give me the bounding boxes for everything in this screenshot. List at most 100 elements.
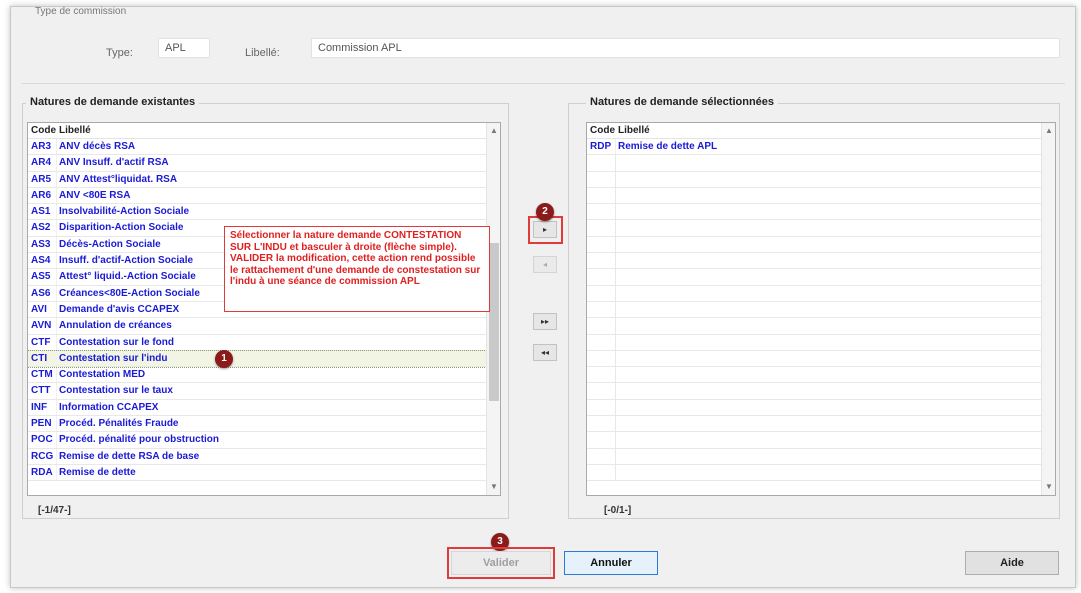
list-item[interactable]: CTT Contestation sur le taux bbox=[28, 383, 500, 400]
empty-row bbox=[587, 253, 1055, 270]
move-left-button[interactable]: ◂ bbox=[533, 256, 557, 273]
instruction-callout: Sélectionner la nature demande CONTESTAT… bbox=[224, 226, 490, 312]
list-item-libelle: Remise de dette bbox=[59, 466, 136, 478]
header-divider bbox=[22, 83, 1065, 84]
right-scroll-down-icon[interactable]: ▼ bbox=[1042, 481, 1055, 493]
list-item-libelle: ANV décès RSA bbox=[59, 141, 136, 152]
scroll-up-icon[interactable]: ▲ bbox=[487, 125, 500, 137]
right-scrollbar[interactable]: ▲ ▼ bbox=[1041, 123, 1055, 495]
list-item-code: AS4 bbox=[28, 253, 57, 269]
empty-cell bbox=[587, 301, 616, 318]
empty-row bbox=[587, 416, 1055, 433]
list-item[interactable]: AR4 ANV Insuff. d'actif RSA bbox=[28, 155, 500, 172]
empty-cell bbox=[587, 171, 616, 187]
list-item-libelle: Contestation sur le taux bbox=[59, 385, 173, 397]
empty-cell bbox=[587, 464, 616, 481]
right-scroll-up-icon[interactable]: ▲ bbox=[1042, 125, 1055, 137]
libelle-field[interactable]: Commission APL bbox=[311, 38, 1060, 58]
libelle-label: Libellé: bbox=[245, 47, 280, 59]
empty-cell bbox=[587, 285, 616, 301]
empty-row bbox=[587, 448, 1055, 465]
list-item-libelle: ANV Insuff. d'actif RSA bbox=[59, 157, 169, 169]
list-item-libelle: Contestation MED bbox=[59, 369, 146, 381]
empty-row bbox=[587, 236, 1055, 254]
empty-cell bbox=[587, 448, 616, 464]
list-item-code: CTM bbox=[28, 367, 57, 383]
list-item-code: INF bbox=[28, 399, 57, 416]
right-col-code: Code bbox=[590, 125, 615, 136]
list-item-code: AR3 bbox=[28, 139, 57, 155]
move-all-right-button[interactable]: ▸▸ bbox=[533, 313, 557, 330]
empty-row bbox=[587, 318, 1055, 335]
list-item-libelle: Insolvabilité-Action Sociale bbox=[59, 206, 190, 218]
list-item[interactable]: AR6 ANV <80E RSA bbox=[28, 187, 500, 205]
list-item[interactable]: CTM Contestation MED bbox=[28, 367, 500, 384]
scroll-down-icon[interactable]: ▼ bbox=[487, 481, 500, 493]
list-item-code: CTF bbox=[28, 334, 57, 350]
scroll-thumb[interactable] bbox=[489, 243, 499, 401]
section-title-type-commission: Type de commission bbox=[35, 6, 127, 17]
list-item-libelle: Contestation sur l'indu bbox=[59, 352, 168, 364]
list-item[interactable]: RDA Remise de dette bbox=[28, 464, 500, 482]
list-item-libelle: ANV <80E RSA bbox=[59, 189, 131, 201]
right-counter: [-0/1-] bbox=[604, 505, 632, 516]
list-item-code: AVI bbox=[28, 301, 57, 318]
annuler-button[interactable]: Annuler bbox=[564, 551, 658, 575]
empty-cell bbox=[587, 334, 616, 350]
list-item-libelle: Remise de dette RSA de base bbox=[59, 450, 200, 462]
type-label: Type: bbox=[106, 47, 133, 59]
list-item-code: CTT bbox=[28, 383, 57, 399]
list-item[interactable]: PEN Procéd. Pénalités Fraude bbox=[28, 416, 500, 433]
list-item-libelle: Procéd. Pénalités Fraude bbox=[59, 418, 179, 430]
right-list-title: Natures de demande sélectionnées bbox=[586, 96, 779, 108]
list-item[interactable]: RDP Remise de dette APL bbox=[587, 139, 1055, 156]
list-item[interactable]: AR5 ANV Attest°liquidat. RSA bbox=[28, 171, 500, 188]
empty-row bbox=[587, 350, 1055, 368]
empty-row bbox=[587, 383, 1055, 400]
move-all-left-button[interactable]: ◂◂ bbox=[533, 344, 557, 361]
empty-cell bbox=[587, 269, 616, 285]
empty-row bbox=[587, 269, 1055, 286]
list-item-code: AS6 bbox=[28, 285, 57, 301]
type-field[interactable]: APL bbox=[158, 38, 210, 58]
selected-natures-list[interactable]: Code Libellé RDP Remise de dette APL ▲ ▼ bbox=[586, 122, 1056, 496]
empty-row bbox=[587, 171, 1055, 188]
right-col-libelle: Libellé bbox=[618, 125, 650, 136]
list-item[interactable]: RCG Remise de dette RSA de base bbox=[28, 448, 500, 465]
list-item[interactable]: CTI Contestation sur l'indu bbox=[28, 349, 500, 369]
empty-row bbox=[587, 432, 1055, 449]
list-item[interactable]: CTF Contestation sur le fond bbox=[28, 334, 500, 351]
empty-row bbox=[587, 285, 1055, 302]
list-item[interactable]: INF Information CCAPEX bbox=[28, 399, 500, 417]
step-badge-1: 1 bbox=[215, 350, 233, 368]
empty-row bbox=[587, 399, 1055, 417]
list-item-code: AR5 bbox=[28, 171, 57, 187]
empty-row bbox=[587, 367, 1055, 384]
list-item[interactable]: AR3 ANV décès RSA bbox=[28, 139, 500, 156]
empty-cell bbox=[587, 236, 616, 253]
empty-cell bbox=[587, 383, 616, 399]
empty-row bbox=[587, 204, 1055, 221]
empty-row bbox=[587, 155, 1055, 172]
empty-cell bbox=[587, 416, 616, 432]
list-item-code: RDP bbox=[587, 139, 616, 155]
empty-cell bbox=[587, 318, 616, 334]
list-item[interactable]: AS1 Insolvabilité-Action Sociale bbox=[28, 204, 500, 221]
empty-cell bbox=[587, 432, 616, 448]
empty-cell bbox=[587, 187, 616, 204]
list-item-libelle: ANV Attest°liquidat. RSA bbox=[59, 173, 178, 185]
list-item-libelle: Information CCAPEX bbox=[59, 401, 159, 413]
list-item-libelle: Procéd. pénalité pour obstruction bbox=[59, 434, 220, 446]
list-item-libelle: Contestation sur le fond bbox=[59, 336, 174, 348]
aide-button[interactable]: Aide bbox=[965, 551, 1059, 575]
list-item-libelle: Annulation de créances bbox=[59, 320, 172, 332]
empty-row bbox=[587, 464, 1055, 482]
step-badge-2: 2 bbox=[536, 203, 554, 221]
list-item[interactable]: POC Procéd. pénalité pour obstruction bbox=[28, 432, 500, 449]
empty-row bbox=[587, 334, 1055, 351]
list-item-code: AR4 bbox=[28, 155, 57, 171]
list-item-code: RCG bbox=[28, 448, 57, 464]
list-item[interactable]: AVN Annulation de créances bbox=[28, 318, 500, 335]
left-list-title: Natures de demande existantes bbox=[26, 96, 200, 108]
empty-cell bbox=[587, 155, 616, 171]
